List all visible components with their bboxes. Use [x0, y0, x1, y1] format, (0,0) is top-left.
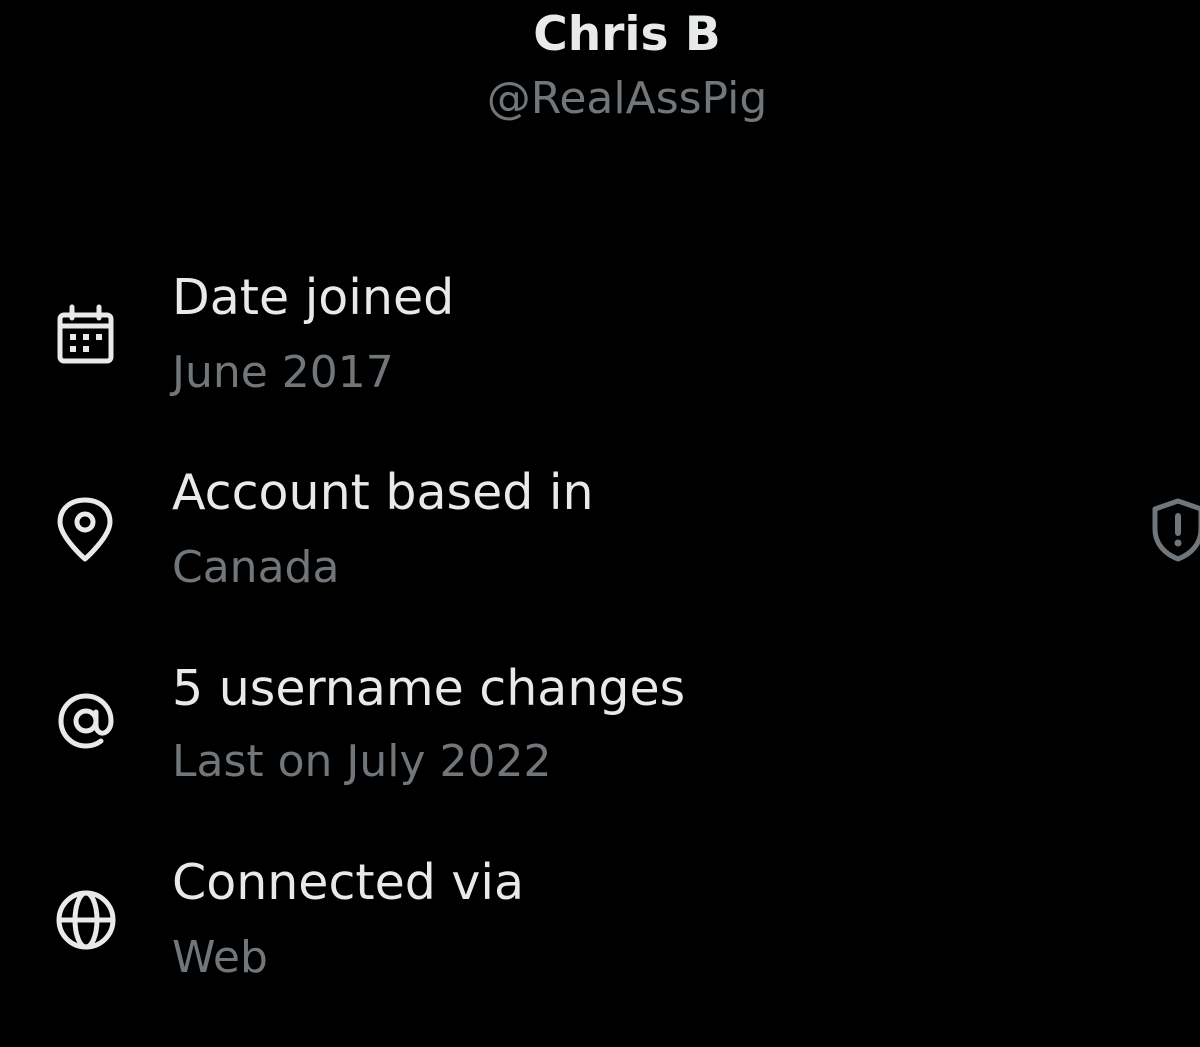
location-pin-icon	[50, 495, 122, 567]
row-value: Last on July 2022	[172, 736, 552, 787]
about-row-username-changes: 5 username changes Last on July 2022	[0, 659, 1200, 819]
row-title: Account based in	[172, 464, 594, 521]
username-handle: @RealAssPig	[486, 73, 768, 124]
globe-icon	[50, 884, 122, 956]
row-value: Web	[172, 932, 268, 983]
row-value: Canada	[172, 542, 340, 593]
about-row-account-location: Account based in Canada	[0, 463, 1200, 623]
row-title: Connected via	[172, 854, 525, 911]
display-name: Chris B	[533, 7, 721, 62]
shield-alert-icon[interactable]	[1148, 497, 1200, 563]
calendar-icon	[50, 302, 122, 374]
about-row-connected-via: Connected via Web	[0, 853, 1200, 1013]
row-value: June 2017	[172, 347, 394, 398]
at-sign-icon	[50, 685, 122, 757]
about-row-date-joined: Date joined June 2017	[0, 268, 1200, 428]
row-title: 5 username changes	[172, 660, 686, 717]
row-title: Date joined	[172, 269, 455, 326]
